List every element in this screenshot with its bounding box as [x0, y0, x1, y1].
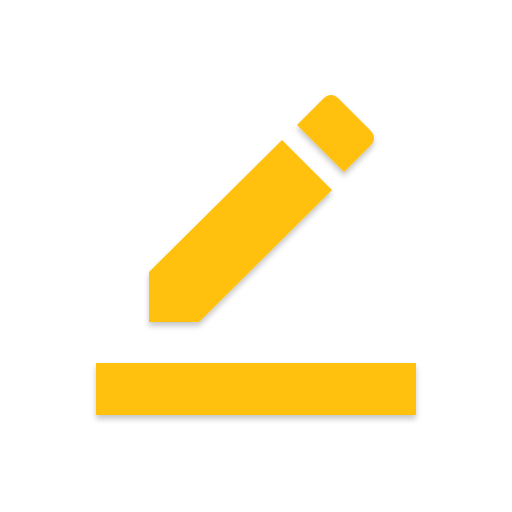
- icon-canvas: [0, 0, 512, 512]
- pencil-body-icon: [149, 140, 332, 322]
- underline-bar-icon: [96, 363, 416, 415]
- edit-icon: [96, 95, 416, 415]
- pencil-eraser-icon: [297, 95, 374, 172]
